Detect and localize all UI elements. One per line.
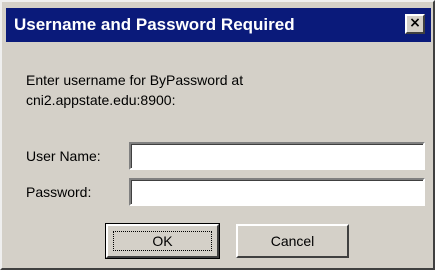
username-label: User Name: [26,148,101,164]
cancel-button-label: Cancel [270,233,315,249]
close-icon[interactable]: × [405,14,425,34]
ok-button-label: OK [152,233,173,249]
password-field[interactable] [129,178,425,206]
title-bar[interactable]: Username and Password Required × [6,8,431,42]
dialog-title: Username and Password Required [14,15,295,34]
prompt-line-2: cni2.appstate.edu:8900: [26,92,176,108]
password-label: Password: [26,184,92,200]
prompt-line-1: Enter username for ByPassword at [26,72,244,88]
login-dialog: Username and Password Required × Enter u… [0,0,435,270]
ok-button[interactable]: OK [105,223,220,259]
prompt-message: Enter username for ByPassword at cni2.ap… [26,70,416,110]
username-field[interactable] [129,142,425,170]
cancel-button[interactable]: Cancel [236,224,349,258]
